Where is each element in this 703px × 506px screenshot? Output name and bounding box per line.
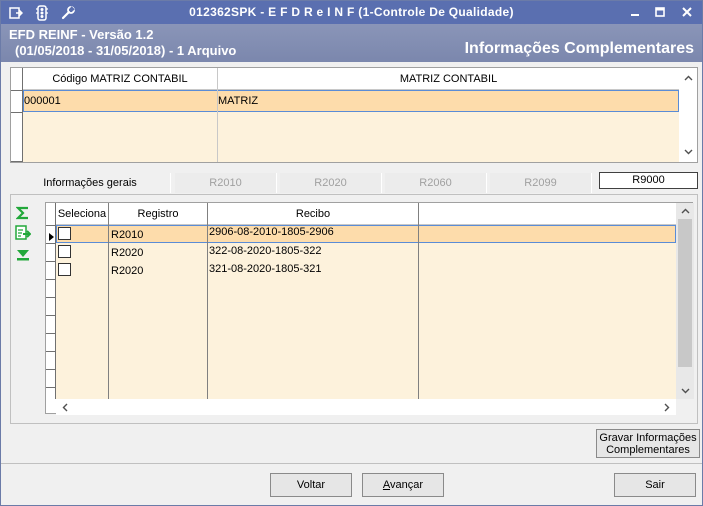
- minimize-icon[interactable]: [625, 3, 645, 21]
- cell-recibo: 322-08-2020-1805-322: [209, 245, 322, 257]
- scroll-down-icon[interactable]: [679, 144, 697, 160]
- tab-bar: Informações gerais R2010 R2020 R2060 R20…: [10, 172, 698, 194]
- table-row[interactable]: R2020 322-08-2020-1805-322: [56, 243, 676, 261]
- column-header-matriz[interactable]: MATRIZ CONTABIL: [218, 68, 679, 90]
- matriz-grid: Código MATRIZ CONTABIL MATRIZ CONTABIL 0…: [10, 67, 698, 163]
- next-button-label: vançar: [390, 479, 424, 491]
- row-checkbox[interactable]: [58, 245, 71, 258]
- sum-icon[interactable]: [14, 205, 32, 221]
- scrollbar-corner: [676, 399, 694, 415]
- scroll-right-icon[interactable]: [658, 399, 676, 415]
- scroll-up-icon[interactable]: [676, 203, 694, 219]
- column-header-codigo[interactable]: Código MATRIZ CONTABIL: [23, 68, 217, 90]
- page-title: Informações Complementares: [464, 40, 694, 57]
- version-label: EFD REINF - Versão 1.2: [9, 27, 154, 42]
- scrollbar-thumb[interactable]: [678, 219, 692, 367]
- title-bar: 012362SPK - E F D R e I N F (1-Controle …: [1, 1, 702, 24]
- column-header-empty: [419, 203, 676, 225]
- horizontal-scrollbar[interactable]: [56, 399, 676, 415]
- tab-r2060[interactable]: R2060: [385, 173, 487, 193]
- save-button-line2: Complementares: [606, 444, 690, 456]
- tab-r9000[interactable]: R9000: [599, 172, 698, 189]
- close-icon[interactable]: [677, 3, 697, 21]
- cell-recibo: 2906-08-2010-1805-2906: [209, 226, 334, 238]
- column-divider: [108, 203, 109, 399]
- row-checkbox[interactable]: [58, 227, 71, 240]
- maximize-icon[interactable]: [650, 3, 670, 21]
- export-icon[interactable]: [14, 225, 32, 241]
- vertical-scrollbar[interactable]: [679, 68, 697, 162]
- tab-informacoes-gerais[interactable]: Informações gerais: [10, 173, 171, 193]
- window-title: 012362SPK - E F D R e I N F (1-Controle …: [189, 5, 514, 19]
- scroll-down-icon[interactable]: [676, 383, 694, 399]
- next-button-mnemonic: A: [382, 479, 391, 491]
- table-row[interactable]: R2020 321-08-2020-1805-321: [56, 261, 676, 279]
- cell-codigo: 000001: [24, 95, 61, 107]
- cell-registro: R2020: [111, 247, 144, 259]
- save-button-line1: Gravar Informações: [599, 432, 697, 444]
- save-complementary-info-button[interactable]: Gravar Informações Complementares: [596, 429, 700, 458]
- row-indicator-column: [11, 68, 23, 162]
- column-divider: [217, 68, 218, 162]
- cell-registro: R2010: [111, 229, 144, 241]
- column-header-seleciona[interactable]: Seleciona: [56, 203, 108, 225]
- table-row[interactable]: 000001 MATRIZ: [23, 90, 679, 112]
- cell-recibo: 321-08-2020-1805-321: [209, 263, 322, 275]
- next-button[interactable]: Avançar: [362, 473, 444, 497]
- column-header-registro[interactable]: Registro: [109, 203, 207, 225]
- cell-registro: R2020: [111, 265, 144, 277]
- scroll-up-icon[interactable]: [679, 70, 697, 86]
- current-row-icon: [49, 233, 54, 241]
- column-divider: [207, 203, 208, 399]
- vertical-scrollbar[interactable]: [676, 203, 694, 399]
- period-label: (01/05/2018 - 31/05/2018) - 1 Arquivo: [15, 43, 237, 58]
- scroll-left-icon[interactable]: [56, 399, 74, 415]
- app-window: 012362SPK - E F D R e I N F (1-Controle …: [0, 0, 703, 506]
- exit-button[interactable]: Sair: [614, 473, 696, 497]
- row-checkbox[interactable]: [58, 263, 71, 276]
- table-row[interactable]: R2010 2906-08-2010-1805-2906: [56, 225, 676, 243]
- tab-r2010[interactable]: R2010: [175, 173, 277, 193]
- column-divider: [418, 203, 419, 399]
- tab-r2099[interactable]: R2099: [490, 173, 592, 193]
- tab-r2020[interactable]: R2020: [280, 173, 382, 193]
- page-header: EFD REINF - Versão 1.2 (01/05/2018 - 31/…: [1, 24, 702, 62]
- back-button[interactable]: Voltar: [270, 473, 352, 497]
- download-icon[interactable]: [14, 247, 32, 263]
- row-indicator-column: [46, 203, 56, 399]
- cell-matriz: MATRIZ: [218, 95, 259, 107]
- recibo-grid: Seleciona Registro Recibo R2010 2906-08-…: [45, 202, 694, 415]
- column-header-recibo[interactable]: Recibo: [208, 203, 418, 225]
